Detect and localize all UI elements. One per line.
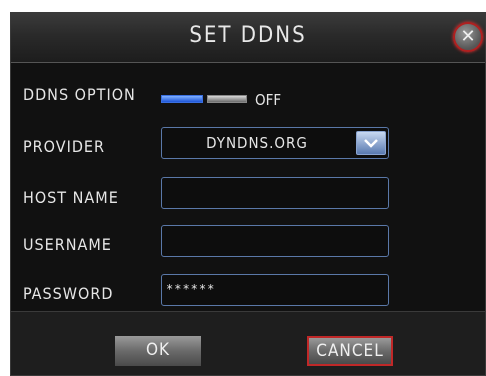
ddns-option-state: OFF bbox=[255, 91, 282, 109]
password-value: ****** bbox=[166, 282, 216, 296]
toggle-on-segment bbox=[161, 95, 203, 103]
ddns-option-toggle[interactable]: OFF bbox=[161, 91, 281, 109]
cancel-button[interactable]: CANCEL bbox=[307, 336, 393, 366]
password-input[interactable]: ****** bbox=[161, 274, 389, 306]
provider-label: PROVIDER bbox=[23, 137, 105, 156]
toggle-off-segment bbox=[207, 95, 247, 103]
chevron-down-icon bbox=[364, 139, 378, 148]
provider-value: DYNDNS.ORG bbox=[206, 134, 308, 152]
provider-dropdown-button[interactable] bbox=[356, 131, 386, 155]
title-bar: SET DDNS ✕ bbox=[11, 13, 485, 63]
host-name-input[interactable] bbox=[161, 177, 389, 209]
username-input[interactable] bbox=[161, 225, 389, 257]
ddns-option-label: DDNS OPTION bbox=[23, 85, 136, 104]
close-button[interactable]: ✕ bbox=[453, 22, 483, 52]
ok-button[interactable]: OK bbox=[115, 336, 201, 366]
host-name-label: HOST NAME bbox=[23, 188, 119, 207]
password-label: PASSWORD bbox=[23, 284, 114, 303]
dialog-title: SET DDNS bbox=[189, 23, 307, 48]
username-label: USERNAME bbox=[23, 235, 112, 254]
provider-select[interactable]: DYNDNS.ORG bbox=[161, 127, 389, 159]
close-icon: ✕ bbox=[460, 26, 476, 47]
dialog-footer: OK CANCEL bbox=[11, 311, 485, 375]
ddns-dialog: SET DDNS ✕ DDNS OPTION OFF PROVIDER DYND… bbox=[10, 12, 486, 376]
